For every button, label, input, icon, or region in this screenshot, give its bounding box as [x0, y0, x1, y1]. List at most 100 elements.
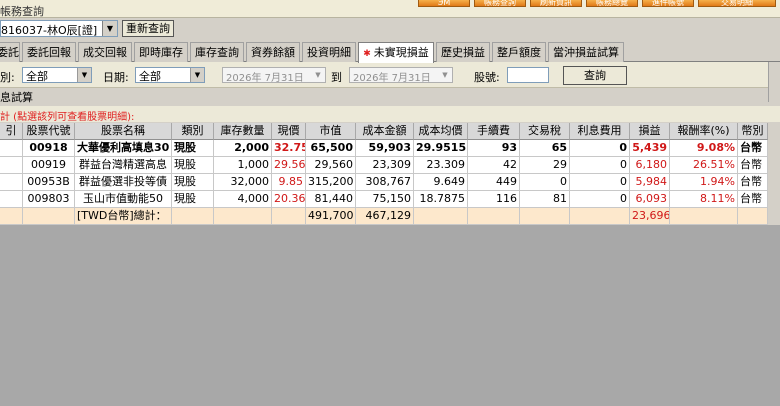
interest: 0 [570, 157, 630, 174]
cost-amount: 59,903 [356, 140, 414, 157]
col-header[interactable]: 手續費 [468, 123, 520, 140]
row-indicator [0, 140, 23, 157]
total-cell [23, 208, 75, 225]
col-header[interactable]: 類別 [172, 123, 214, 140]
total-cell [214, 208, 272, 225]
col-header[interactable]: 股票名稱 [75, 123, 172, 140]
stock-type: 現股 [172, 174, 214, 191]
market-value: 29,560 [306, 157, 356, 174]
stock-code: 00953B [23, 174, 75, 191]
scrollbar[interactable] [768, 62, 780, 102]
query-button[interactable]: 查詢 [563, 66, 627, 85]
col-header[interactable]: 市值 [306, 123, 356, 140]
top-button-3[interactable]: 刷新資訊 [530, 0, 582, 7]
tab-bar: 委託 委託回報 成交回報 即時庫存 庫存查詢 資券餘額 投資明細 ✱未實現損益 … [0, 42, 780, 63]
account-select[interactable]: 816037-林O辰[證] ▼ [0, 20, 118, 37]
tab-order-report[interactable]: 委託回報 [22, 42, 76, 62]
col-header[interactable]: 報酬率(%) [670, 123, 738, 140]
col-header[interactable]: 幣別 [738, 123, 768, 140]
tab-daytrade-pl[interactable]: 當沖損益試算 [548, 42, 624, 62]
top-button-4[interactable]: 帳務總覽 [586, 0, 638, 7]
total-cell [272, 208, 306, 225]
table-row[interactable]: 00953B 群益優選非投等債 現股 32,000 9.85 315,200 3… [0, 174, 780, 191]
interest: 0 [570, 140, 630, 157]
filter-bar: 別: 全部 ▼ 日期: 全部 ▼ 2026年 7月31日 ▼ 到 2026年 7… [0, 62, 780, 88]
tab-history-pl[interactable]: 歷史損益 [436, 42, 490, 62]
tab-realtime-inventory[interactable]: 即時庫存 [134, 42, 188, 62]
fee: 42 [468, 157, 520, 174]
col-header[interactable]: 引 [0, 123, 23, 140]
tab-fill-report[interactable]: 成交回報 [78, 42, 132, 62]
refresh-button[interactable]: 重新查詢 [122, 20, 174, 37]
stock-type: 現股 [172, 191, 214, 208]
stock-price: 29.56 [272, 157, 306, 174]
col-header[interactable]: 股票代號 [23, 123, 75, 140]
tab-unrealized-pl[interactable]: ✱ 未實現損益 [358, 42, 434, 63]
stock-name: 群益優選非投等債 [75, 174, 172, 191]
tax: 29 [520, 157, 570, 174]
subtitle: 息試算 [0, 91, 33, 104]
avg-cost: 23.309 [414, 157, 468, 174]
col-header[interactable]: 成本均價 [414, 123, 468, 140]
tab-account-limit[interactable]: 整戶額度 [492, 42, 546, 62]
chevron-down-icon[interactable]: ▼ [190, 68, 204, 82]
end-date-picker[interactable]: 2026年 7月31日 ▼ [349, 67, 453, 84]
total-row: [TWD台幣]總計： 491,700 467,129 23,696 [0, 208, 780, 225]
top-button-2[interactable]: 帳務查詢 [474, 0, 526, 7]
date-value: 全部 [139, 70, 161, 83]
tab-order[interactable]: 委託 [0, 42, 20, 62]
table-row[interactable]: 00919 群益台灣精選高息 現股 1,000 29.56 29,560 23,… [0, 157, 780, 174]
stock-qty: 32,000 [214, 174, 272, 191]
tab-unrealized-pl-label: 未實現損益 [373, 46, 429, 59]
top-button-5[interactable]: 進件帳號 [642, 0, 694, 7]
stock-input[interactable] [507, 67, 549, 83]
stock-type: 現股 [172, 157, 214, 174]
grid-empty-area [0, 225, 780, 406]
col-header[interactable]: 庫存數量 [214, 123, 272, 140]
profit-loss: 6,093 [630, 191, 670, 208]
col-header[interactable]: 利息費用 [570, 123, 630, 140]
chevron-down-icon[interactable]: ▼ [311, 68, 325, 82]
chevron-down-icon[interactable]: ▼ [102, 21, 117, 36]
row-indicator [0, 174, 23, 191]
total-label: [TWD台幣]總計： [75, 208, 172, 225]
total-profit-loss: 23,696 [630, 208, 670, 225]
stock-name: 群益台灣精選高息 [75, 157, 172, 174]
profit-loss: 5,439 [630, 140, 670, 157]
start-date-value: 2026年 7月31日 [226, 73, 304, 84]
avg-cost: 9.649 [414, 174, 468, 191]
col-header[interactable]: 成本金額 [356, 123, 414, 140]
date-select[interactable]: 全部 ▼ [135, 67, 205, 83]
table-row[interactable]: 00918 大華優利高填息30 現股 2,000 32.75 65,500 59… [0, 140, 780, 157]
profit-loss: 6,180 [630, 157, 670, 174]
stock-code: 00918 [23, 140, 75, 157]
stock-price: 9.85 [272, 174, 306, 191]
chevron-down-icon[interactable]: ▼ [77, 68, 91, 82]
tab-margin-balance[interactable]: 資券餘額 [246, 42, 300, 62]
category-label: 別: [0, 71, 15, 84]
active-dot-icon: ✱ [363, 49, 371, 59]
col-header[interactable]: 損益 [630, 123, 670, 140]
interest: 0 [570, 191, 630, 208]
chevron-down-icon[interactable]: ▼ [438, 68, 452, 82]
col-header[interactable]: 現價 [272, 123, 306, 140]
roi: 8.11% [670, 191, 738, 208]
row-indicator [0, 191, 23, 208]
tab-inventory-query[interactable]: 庫存查詢 [190, 42, 244, 62]
tax: 0 [520, 174, 570, 191]
top-button-1[interactable]: ЭМ [418, 0, 470, 7]
start-date-picker[interactable]: 2026年 7月31日 ▼ [222, 67, 326, 84]
table-header: 引 股票代號 股票名稱 類別 庫存數量 現價 市值 成本金額 成本均價 手續費 … [0, 123, 780, 140]
avg-cost: 18.7875 [414, 191, 468, 208]
currency: 台幣 [738, 191, 768, 208]
category-select[interactable]: 全部 ▼ [22, 67, 92, 83]
cost-amount: 23,309 [356, 157, 414, 174]
col-header[interactable]: 交易稅 [520, 123, 570, 140]
top-button-6[interactable]: 交易明細 [698, 0, 776, 7]
stock-price: 32.75 [272, 140, 306, 157]
account-value: 816037-林O辰[證] [1, 24, 98, 37]
table-row[interactable]: 009803 玉山市值動能50 現股 4,000 20.36 81,440 75… [0, 191, 780, 208]
hint-text: 計 (點選該列可查看股票明細): [0, 112, 135, 123]
tab-investment-detail[interactable]: 投資明細 [302, 42, 356, 62]
stock-name: 大華優利高填息30 [75, 140, 172, 157]
